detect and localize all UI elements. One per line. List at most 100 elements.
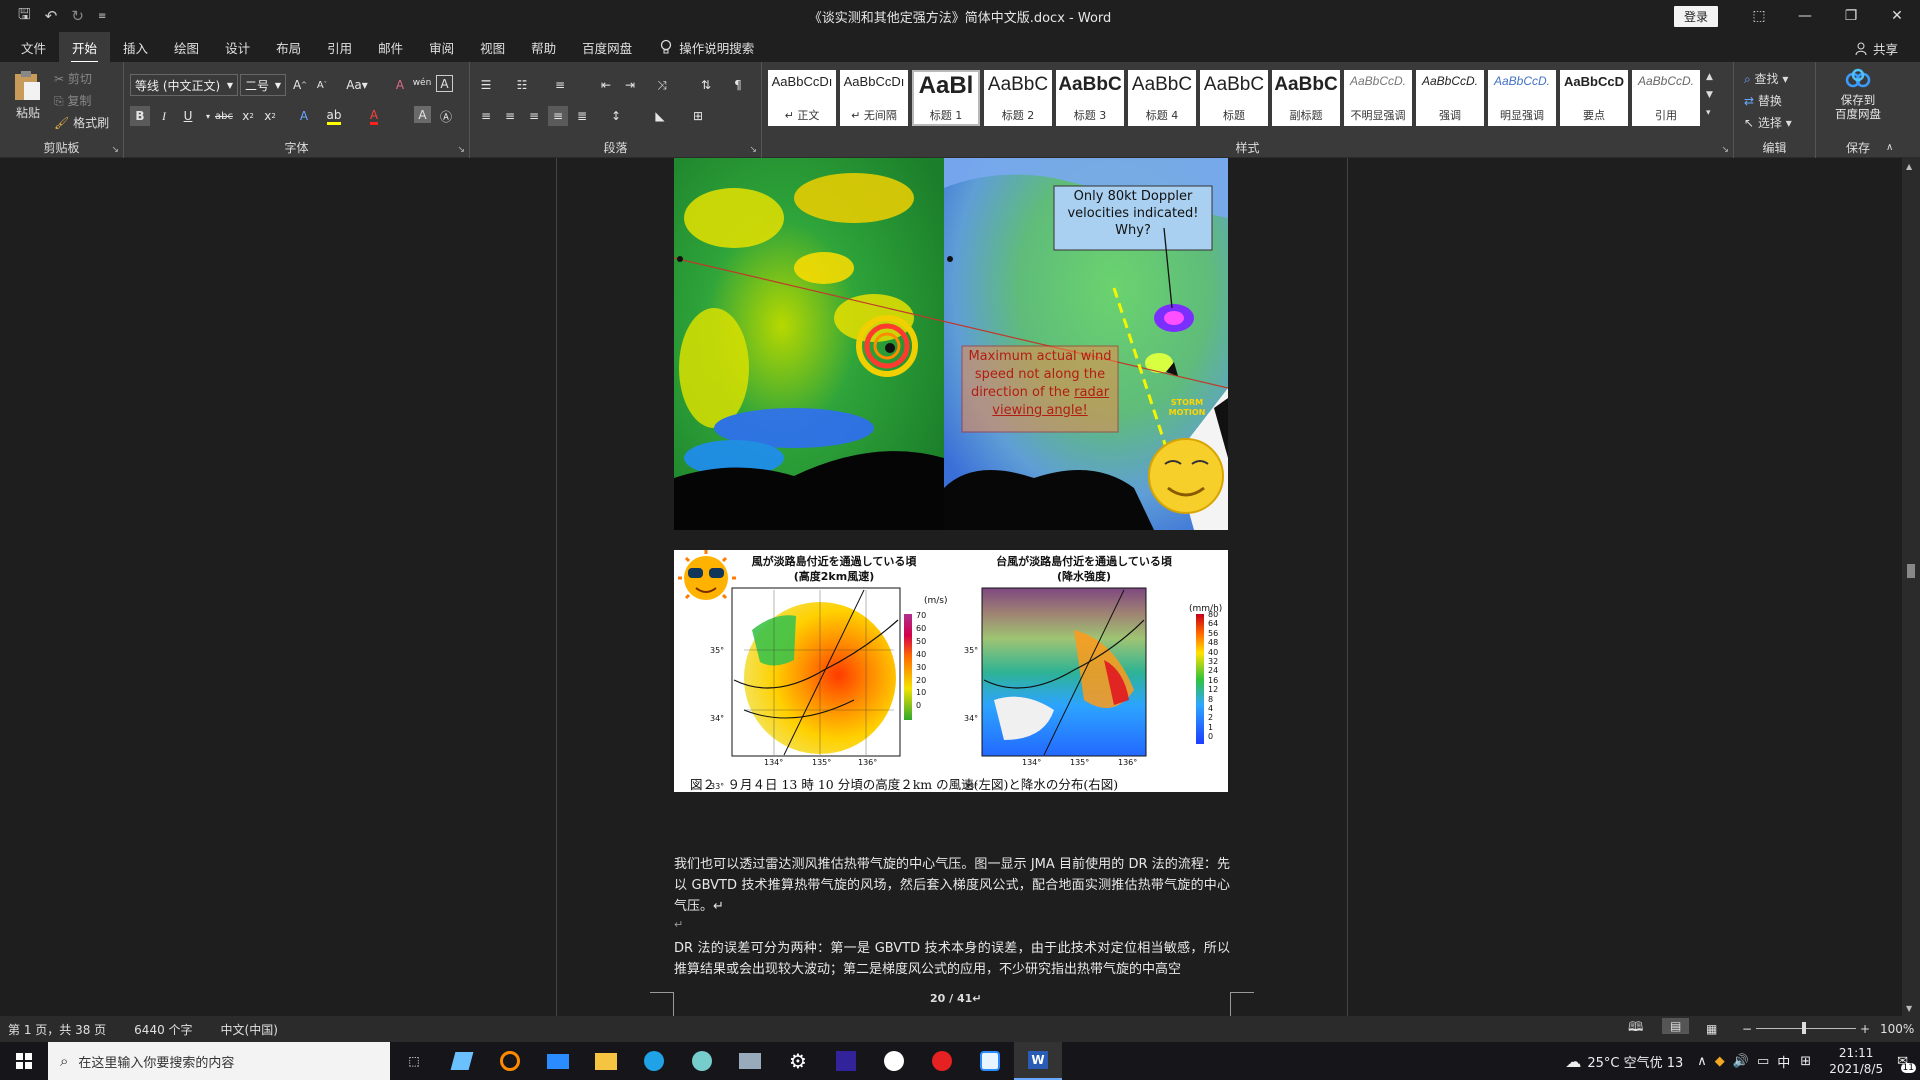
start-button[interactable] bbox=[0, 1042, 48, 1080]
style-quote[interactable]: AaBbCcD. 引用 bbox=[1632, 70, 1700, 126]
word-count[interactable]: 6440 个字 bbox=[126, 1021, 192, 1038]
tab-home[interactable]: 开始 bbox=[59, 31, 111, 63]
paragraph-2[interactable]: DR 法的误差可分为两种：第一是 GBVTD 技术本身的误差，由于此技术对定位相… bbox=[674, 938, 1230, 980]
character-shading-icon[interactable]: A bbox=[414, 106, 431, 123]
bold-button[interactable]: B bbox=[130, 106, 150, 126]
shrink-font-icon[interactable]: Aˇ bbox=[312, 75, 332, 95]
style-intense-emphasis[interactable]: AaBbCcD. 明显强调 bbox=[1488, 70, 1556, 126]
decrease-indent-icon[interactable]: ⇤ bbox=[596, 75, 616, 95]
remote-desktop-icon[interactable] bbox=[726, 1042, 774, 1080]
browser-app-icon[interactable] bbox=[678, 1042, 726, 1080]
restore-button[interactable]: ❐ bbox=[1828, 0, 1874, 32]
tab-draw[interactable]: 绘图 bbox=[161, 32, 212, 63]
tray-expand-icon[interactable]: ∧ bbox=[1697, 1054, 1707, 1069]
print-layout-icon[interactable]: ▤ bbox=[1662, 1018, 1690, 1034]
scroll-down-icon[interactable]: ▼ bbox=[1906, 1004, 1912, 1013]
tab-view[interactable]: 视图 bbox=[467, 32, 518, 63]
minimize-button[interactable]: — bbox=[1782, 0, 1828, 32]
tab-design[interactable]: 设计 bbox=[212, 32, 263, 63]
paste-button[interactable] bbox=[12, 70, 42, 102]
text-effects-icon[interactable]: A bbox=[294, 106, 314, 126]
style-emphasis[interactable]: AaBbCcD. 强调 bbox=[1416, 70, 1484, 126]
tab-help[interactable]: 帮助 bbox=[518, 32, 569, 63]
bullets-icon[interactable]: ☰ bbox=[476, 75, 496, 95]
increase-indent-icon[interactable]: ⇥ bbox=[620, 75, 640, 95]
paste-label[interactable]: 粘贴 bbox=[16, 104, 40, 121]
zoom-slider[interactable] bbox=[1756, 1028, 1856, 1029]
media-app-icon[interactable] bbox=[486, 1042, 534, 1080]
font-color-icon[interactable]: A bbox=[364, 106, 384, 126]
copy-button[interactable]: ⎘ 复制 bbox=[54, 92, 91, 109]
settings-icon[interactable]: ⚙ bbox=[774, 1042, 822, 1080]
tell-me-search[interactable]: 操作说明搜索 bbox=[659, 38, 754, 57]
game-app-icon[interactable] bbox=[822, 1042, 870, 1080]
phonetic-guide-icon[interactable]: wén bbox=[412, 73, 432, 93]
strikethrough-button[interactable]: abc bbox=[214, 106, 234, 126]
font-name-combo[interactable]: 等线 (中文正文) ▼ bbox=[130, 74, 238, 96]
wind-precip-figure[interactable]: 風が淡路島付近を通過している頃 (高度2km風速) 台風が淡路島付近を通過している… bbox=[674, 550, 1228, 792]
find-button[interactable]: ⌕ 查找 ▾ bbox=[1744, 70, 1788, 87]
clear-formatting-icon[interactable]: A bbox=[390, 75, 410, 95]
volume-icon[interactable]: 🔊 bbox=[1733, 1054, 1749, 1069]
netease-music-icon[interactable] bbox=[918, 1042, 966, 1080]
format-painter-button[interactable]: 🖌 格式刷 bbox=[54, 114, 109, 131]
align-center-icon[interactable]: ≡ bbox=[500, 106, 520, 126]
redo-icon[interactable]: ↻ bbox=[71, 7, 84, 25]
zoom-thumb[interactable] bbox=[1802, 1022, 1806, 1034]
italic-button[interactable]: I bbox=[154, 106, 174, 126]
superscript-button[interactable]: x2 bbox=[260, 106, 280, 126]
style-heading-2[interactable]: AaBbC 标题 2 bbox=[984, 70, 1052, 126]
cut-button[interactable]: ✂ 剪切 bbox=[54, 70, 92, 87]
paragraph-launcher-icon[interactable]: ↘ bbox=[749, 145, 757, 155]
highlight-color-icon[interactable]: ab bbox=[324, 106, 344, 126]
login-button[interactable]: 登录 bbox=[1673, 5, 1718, 27]
tab-layout[interactable]: 布局 bbox=[263, 32, 314, 63]
share-button[interactable]: 共享 bbox=[1855, 39, 1898, 58]
mail-icon[interactable] bbox=[534, 1042, 582, 1080]
customize-quick-access-icon[interactable]: ≡ bbox=[98, 11, 106, 22]
ime-mode-icon[interactable]: ⊞ bbox=[1800, 1054, 1811, 1069]
borders-icon[interactable]: ⊞ bbox=[688, 106, 708, 126]
baidu-netdisk-icon[interactable] bbox=[966, 1042, 1014, 1080]
edge-browser-icon[interactable] bbox=[630, 1042, 678, 1080]
align-left-icon[interactable]: ≡ bbox=[476, 106, 496, 126]
paragraph-1[interactable]: 我们也可以透过雷达测风推估热带气旋的中心气压。图一显示 JMA 目前使用的 DR… bbox=[674, 854, 1230, 917]
sort-icon[interactable]: ⇅ bbox=[696, 75, 716, 95]
enclose-characters-icon[interactable]: Ⓐ bbox=[436, 106, 456, 126]
replace-button[interactable]: ⇄ 替换 bbox=[1744, 92, 1782, 109]
grow-font-icon[interactable]: A ^ bbox=[290, 75, 310, 95]
vertical-scrollbar[interactable]: ▲ ▼ bbox=[1902, 158, 1920, 1016]
select-button[interactable]: ↖ 选择 ▾ bbox=[1744, 114, 1792, 131]
weather-cloud-icon[interactable]: ☁ bbox=[1565, 1052, 1581, 1071]
scroll-thumb[interactable] bbox=[1907, 564, 1915, 578]
read-mode-icon[interactable]: 🕮 bbox=[1628, 1018, 1643, 1040]
chinese-layout-icon[interactable]: ⤨ bbox=[652, 75, 672, 95]
clock[interactable]: 21:11 2021/8/5 bbox=[1829, 1045, 1883, 1077]
ime-indicator[interactable]: 中 bbox=[1777, 1052, 1790, 1071]
font-launcher-icon[interactable]: ↘ bbox=[457, 145, 465, 155]
style-title[interactable]: AaBbC 标题 bbox=[1200, 70, 1268, 126]
file-explorer-icon[interactable] bbox=[582, 1042, 630, 1080]
zoom-in-icon[interactable]: + bbox=[1860, 1022, 1870, 1036]
tab-references[interactable]: 引用 bbox=[314, 32, 365, 63]
zoom-out-icon[interactable]: − bbox=[1742, 1022, 1752, 1036]
save-to-netdisk-button[interactable]: 保存到 百度网盘 bbox=[1832, 68, 1884, 121]
character-border-icon[interactable]: A bbox=[436, 75, 453, 92]
line-spacing-icon[interactable]: ↕ bbox=[606, 106, 626, 126]
tab-baidu-netdisk[interactable]: 百度网盘 bbox=[569, 32, 645, 63]
style-heading-3[interactable]: AaBbC 标题 3 bbox=[1056, 70, 1124, 126]
ribbon-display-options-icon[interactable]: ⬚ bbox=[1736, 0, 1782, 32]
notes-app-icon[interactable] bbox=[438, 1042, 486, 1080]
style-normal[interactable]: AaBbCcDı ↵ 正文 bbox=[768, 70, 836, 126]
justify-icon[interactable]: ≡ bbox=[548, 106, 568, 126]
change-case-icon[interactable]: Aa▾ bbox=[342, 75, 372, 95]
page-count[interactable]: 第 1 页，共 38 页 bbox=[0, 1021, 106, 1038]
taskbar-search[interactable]: ⌕ 在这里输入你要搜索的内容 bbox=[48, 1042, 390, 1080]
multilevel-list-icon[interactable]: ≡ bbox=[550, 75, 570, 95]
zoom-level[interactable]: 100% bbox=[1880, 1022, 1914, 1036]
paragraph-empty[interactable]: ↵ bbox=[674, 918, 1230, 932]
network-icon[interactable]: ▭ bbox=[1757, 1054, 1769, 1069]
collapse-ribbon-icon[interactable]: ∧ bbox=[1886, 142, 1893, 153]
weather-text[interactable]: 25°C 空气优 13 bbox=[1587, 1052, 1683, 1071]
style-heading-4[interactable]: AaBbC 标题 4 bbox=[1128, 70, 1196, 126]
